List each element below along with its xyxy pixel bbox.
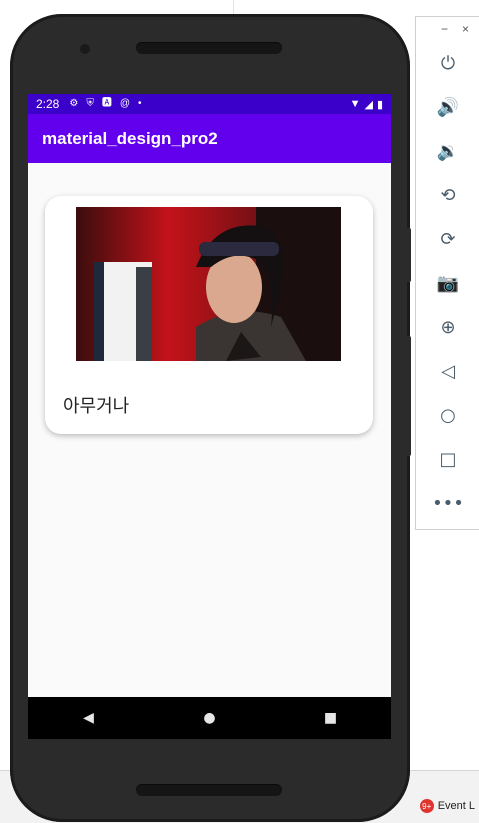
- zoom-button[interactable]: ⊕: [416, 305, 479, 349]
- back-triangle-icon: ◀: [83, 710, 94, 726]
- back-button[interactable]: ◁: [416, 349, 479, 393]
- home-circle-icon: ●: [203, 710, 216, 726]
- card-caption: 아무거나: [63, 396, 130, 417]
- power-button[interactable]: ⏻: [416, 41, 479, 85]
- phone-power-key[interactable]: [406, 228, 411, 282]
- portrait-photo: [76, 207, 341, 361]
- volume-down-icon: 🔉: [436, 140, 460, 162]
- rotate-right-button[interactable]: ⟳: [416, 217, 479, 261]
- shield-icon: ⛨: [86, 98, 94, 109]
- volume-up-icon: 🔊: [436, 96, 460, 118]
- dot-icon: •: [137, 98, 142, 109]
- zoom-icon: ⊕: [440, 316, 456, 338]
- recents-square-icon: ■: [323, 710, 338, 726]
- home-icon: ○: [440, 404, 456, 426]
- status-time: 2:28: [36, 97, 60, 111]
- nav-recents-button[interactable]: ■: [319, 706, 343, 730]
- back-icon: ◁: [441, 360, 455, 382]
- emulator-window-controls: − ×: [416, 17, 479, 41]
- app-title: material_design_pro2: [42, 128, 218, 148]
- phone-volume-key[interactable]: [406, 336, 411, 456]
- gear-icon: ⚙: [69, 98, 79, 109]
- volume-up-button[interactable]: 🔊: [416, 85, 479, 129]
- signal-icon: ◢: [364, 98, 373, 111]
- event-log-button[interactable]: 9+ Event L: [416, 796, 479, 816]
- camera-icon: 📷: [436, 272, 460, 294]
- portrait-photo-graphic: [76, 207, 341, 361]
- power-icon: ⏻: [440, 52, 456, 74]
- battery-icon: ▮: [376, 98, 383, 111]
- rotate-right-icon: ⟳: [440, 228, 456, 250]
- more-button[interactable]: •••: [416, 481, 479, 525]
- more-icon: •••: [432, 492, 464, 514]
- wifi-icon: ▼: [349, 98, 361, 110]
- close-icon[interactable]: ×: [462, 22, 469, 36]
- at-icon: @: [119, 98, 130, 109]
- a-box-icon: 🅰: [101, 98, 112, 109]
- device-screen: 2:28 ⚙ ⛨ 🅰 @ • ▼ ◢ ▮ material_design_pro…: [28, 94, 391, 739]
- nav-back-button[interactable]: ◀: [77, 706, 101, 730]
- camera-button[interactable]: 📷: [416, 261, 479, 305]
- phone-frame: 2:28 ⚙ ⛨ 🅰 @ • ▼ ◢ ▮ material_design_pro…: [10, 14, 410, 822]
- event-log-badge: 9+: [419, 799, 434, 813]
- overview-icon: □: [439, 448, 457, 470]
- navigation-bar: ◀ ● ■: [28, 697, 391, 739]
- event-log-label: Event L: [437, 800, 475, 812]
- status-bar: 2:28 ⚙ ⛨ 🅰 @ • ▼ ◢ ▮: [28, 94, 391, 114]
- home-button[interactable]: ○: [416, 393, 479, 437]
- app-bar: material_design_pro2: [28, 114, 391, 163]
- front-camera: [80, 44, 90, 54]
- minimize-icon[interactable]: −: [441, 22, 448, 36]
- rotate-left-button[interactable]: ⟲: [416, 173, 479, 217]
- image-card[interactable]: 아무거나: [45, 196, 373, 434]
- emulator-controls: − × ⏻ 🔊 🔉 ⟲ ⟳ 📷 ⊕ ◁ ○ □ •••: [415, 16, 479, 530]
- overview-button[interactable]: □: [416, 437, 479, 481]
- top-speaker: [136, 42, 282, 54]
- nav-home-button[interactable]: ●: [198, 706, 222, 730]
- bottom-speaker: [136, 784, 282, 796]
- volume-down-button[interactable]: 🔉: [416, 129, 479, 173]
- rotate-left-icon: ⟲: [440, 184, 456, 206]
